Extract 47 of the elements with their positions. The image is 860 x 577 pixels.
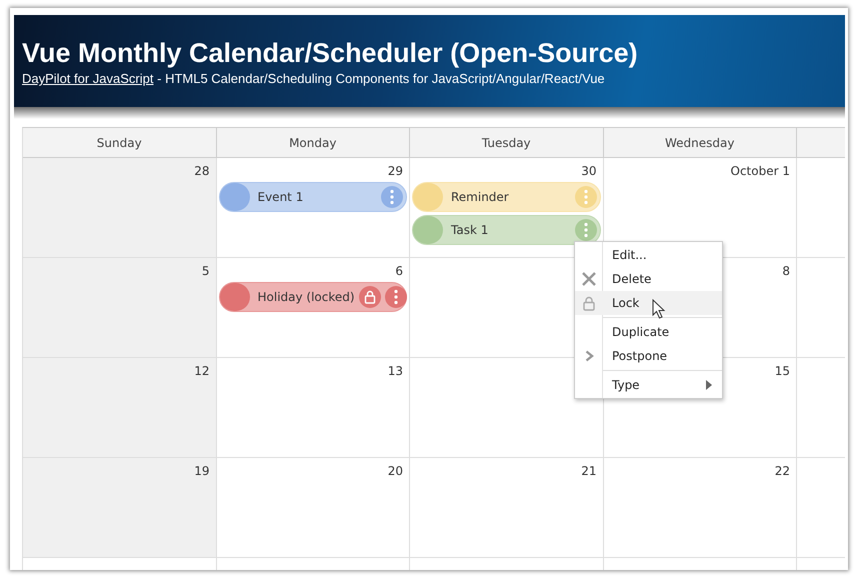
event-bar[interactable]: Reminder bbox=[412, 182, 600, 212]
day-number: 21 bbox=[580, 463, 598, 480]
day-number: 15 bbox=[774, 363, 791, 380]
event-bar[interactable]: Holiday (locked) bbox=[218, 282, 407, 312]
event-dot bbox=[220, 283, 250, 311]
daypilot-link[interactable]: DayPilot for JavaScript bbox=[22, 71, 154, 86]
day-header: Wednesday bbox=[604, 128, 797, 158]
event-dot bbox=[413, 183, 443, 211]
day-number: 29 bbox=[386, 163, 404, 180]
day-header: Sunday bbox=[23, 128, 216, 158]
day-number: October 1 bbox=[730, 163, 791, 180]
day-number: 12 bbox=[193, 363, 210, 380]
day-number: 20 bbox=[386, 463, 404, 480]
day-number: 28 bbox=[193, 163, 210, 180]
day-number: 5 bbox=[200, 263, 210, 280]
menu-item[interactable]: Delete bbox=[575, 267, 722, 291]
event-dot bbox=[220, 183, 250, 211]
event-label: Reminder bbox=[450, 190, 510, 204]
lock-icon bbox=[583, 296, 595, 310]
day-number: 8 bbox=[781, 263, 791, 280]
more-icon[interactable] bbox=[574, 186, 596, 208]
day-number: 19 bbox=[193, 463, 210, 480]
event-dot bbox=[413, 216, 443, 244]
day-header: Tuesday bbox=[410, 128, 604, 158]
menu-item[interactable]: Postpone bbox=[575, 344, 722, 368]
day-number: 22 bbox=[774, 463, 791, 480]
menu-item[interactable]: Edit... bbox=[575, 243, 722, 267]
event-label: Holiday (locked) bbox=[256, 290, 355, 304]
event-bar[interactable]: Event 1 bbox=[218, 182, 407, 212]
more-icon[interactable] bbox=[384, 286, 407, 308]
event-bar[interactable]: Task 1 bbox=[412, 215, 600, 245]
menu-item[interactable]: Type bbox=[575, 373, 722, 397]
day-number: 13 bbox=[386, 363, 404, 380]
day-header: Monday bbox=[216, 128, 410, 158]
menu-item[interactable]: Lock bbox=[575, 291, 722, 315]
event-label: Task 1 bbox=[450, 223, 490, 237]
day-number: 30 bbox=[580, 163, 598, 180]
more-icon[interactable] bbox=[574, 219, 596, 241]
day-number: 6 bbox=[394, 263, 404, 280]
close-icon bbox=[582, 272, 596, 286]
menu-item[interactable]: Duplicate bbox=[575, 320, 722, 344]
more-icon[interactable] bbox=[381, 186, 403, 208]
subtitle: - HTML5 Calendar/Scheduling Components for JavaScript/Angular/React/Vue bbox=[157, 71, 605, 86]
page-title: Vue Monthly Calendar/Scheduler (Open-Source) bbox=[22, 37, 639, 69]
chevron-icon bbox=[584, 350, 594, 362]
pointer-icon bbox=[652, 299, 666, 319]
event-label: Event 1 bbox=[256, 190, 304, 204]
